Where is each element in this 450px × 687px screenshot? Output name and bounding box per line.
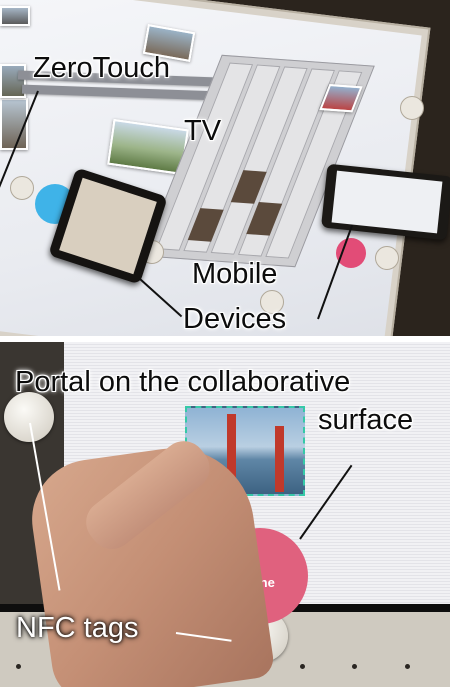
top-photo-panel: ZeroTouch TV Mobile Devices [0, 0, 450, 336]
label-portal-line2: surface [318, 404, 414, 436]
nfc-tag [10, 176, 34, 200]
rail-hole [300, 664, 305, 669]
bottom-photo-panel: Jane Portal on the collaborative surface… [0, 342, 450, 687]
rail-hole [352, 664, 357, 669]
bridge-tower [275, 426, 284, 492]
rail-hole [405, 664, 410, 669]
label-portal-line1: Portal on the collaborative [15, 366, 351, 398]
label-nfc-tags: NFC tags [16, 612, 139, 644]
phone-device [321, 163, 450, 241]
label-tv: TV [184, 115, 222, 147]
nfc-tag [4, 392, 54, 442]
rail-hole [16, 664, 21, 669]
label-devices: Devices [183, 303, 287, 335]
phone-screen [331, 170, 443, 234]
nfc-tag [400, 96, 424, 120]
nfc-tag [375, 246, 399, 270]
label-zerotouch: ZeroTouch [33, 52, 171, 84]
tablet-screen [59, 177, 157, 275]
photo-thumbnail[interactable] [0, 6, 30, 26]
label-mobile: Mobile [192, 258, 278, 290]
